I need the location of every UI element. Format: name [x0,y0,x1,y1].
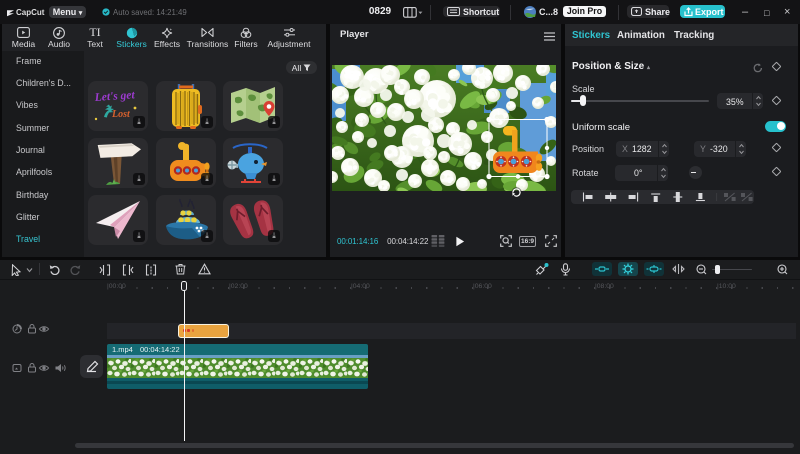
svg-text:Let's get: Let's get [93,89,135,104]
svg-text:Lost: Lost [111,109,131,120]
